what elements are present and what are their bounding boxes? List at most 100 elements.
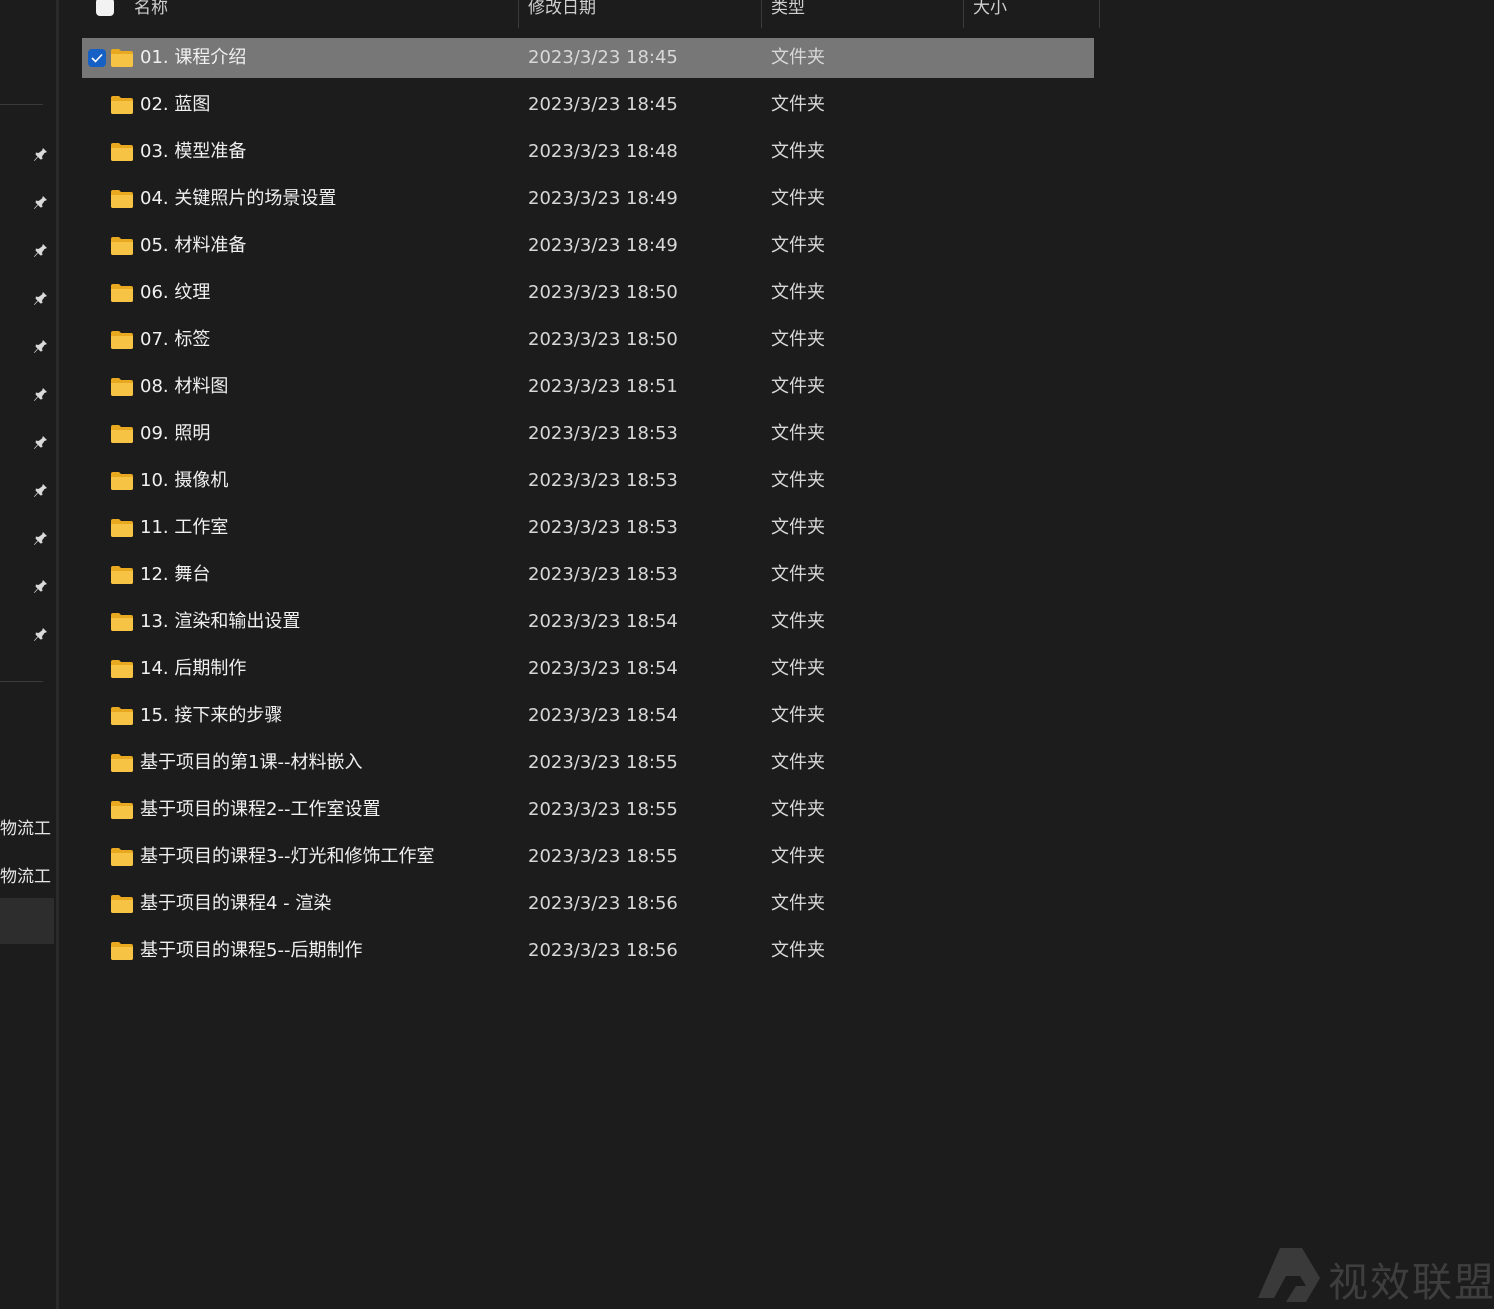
folder-icon	[111, 519, 133, 537]
pin-icon[interactable]	[32, 337, 50, 355]
file-name: 基于项目的课程5--后期制作	[140, 940, 363, 961]
file-modified-date: 2023/3/23 18:53	[528, 423, 678, 444]
file-row[interactable]: 05. 材料准备 2023/3/23 18:49 文件夹	[82, 226, 1094, 266]
select-all-checkbox[interactable]	[96, 0, 114, 16]
file-modified-date: 2023/3/23 18:56	[528, 893, 678, 914]
pin-icon[interactable]	[32, 289, 50, 307]
file-row[interactable]: 12. 舞台 2023/3/23 18:53 文件夹	[82, 555, 1094, 595]
sidebar-resize-handle[interactable]	[56, 0, 59, 1309]
file-row[interactable]: 07. 标签 2023/3/23 18:50 文件夹	[82, 320, 1094, 360]
file-name: 基于项目的课程2--工作室设置	[140, 799, 381, 820]
file-row[interactable]: 基于项目的课程3--灯光和修饰工作室 2023/3/23 18:55 文件夹	[82, 837, 1094, 877]
file-modified-date: 2023/3/23 18:53	[528, 517, 678, 538]
file-modified-date: 2023/3/23 18:50	[528, 329, 678, 350]
folder-icon	[111, 848, 133, 866]
file-name: 13. 渲染和输出设置	[140, 611, 301, 632]
file-modified-date: 2023/3/23 18:55	[528, 799, 678, 820]
file-row[interactable]: 10. 摄像机 2023/3/23 18:53 文件夹	[82, 461, 1094, 501]
file-row[interactable]: 06. 纹理 2023/3/23 18:50 文件夹	[82, 273, 1094, 313]
file-modified-date: 2023/3/23 18:49	[528, 235, 678, 256]
column-header-size[interactable]: 大小	[963, 0, 1099, 28]
folder-icon	[111, 566, 133, 584]
file-type: 文件夹	[771, 893, 825, 914]
file-modified-date: 2023/3/23 18:51	[528, 376, 678, 397]
file-row[interactable]: 基于项目的课程4 - 渲染 2023/3/23 18:56 文件夹	[82, 884, 1094, 924]
column-header-name[interactable]: 名称	[124, 0, 518, 28]
file-name: 基于项目的课程3--灯光和修饰工作室	[140, 846, 435, 867]
file-name: 01. 课程介绍	[140, 47, 247, 68]
file-type: 文件夹	[771, 329, 825, 350]
file-name: 10. 摄像机	[140, 470, 229, 491]
file-row[interactable]: 11. 工作室 2023/3/23 18:53 文件夹	[82, 508, 1094, 548]
folder-icon	[111, 331, 133, 349]
file-type: 文件夹	[771, 235, 825, 256]
pin-icon[interactable]	[32, 241, 50, 259]
pin-icon[interactable]	[32, 577, 50, 595]
file-modified-date: 2023/3/23 18:54	[528, 705, 678, 726]
pin-icon[interactable]	[32, 433, 50, 451]
file-type: 文件夹	[771, 705, 825, 726]
column-divider[interactable]	[1099, 0, 1100, 28]
file-row[interactable]: 基于项目的课程2--工作室设置 2023/3/23 18:55 文件夹	[82, 790, 1094, 830]
file-row[interactable]: 基于项目的第1课--材料嵌入 2023/3/23 18:55 文件夹	[82, 743, 1094, 783]
file-row[interactable]: 14. 后期制作 2023/3/23 18:54 文件夹	[82, 649, 1094, 689]
pin-icon[interactable]	[32, 481, 50, 499]
sidebar-item-label[interactable]: 物流工	[0, 814, 56, 839]
file-row[interactable]: 02. 蓝图 2023/3/23 18:45 文件夹	[82, 85, 1094, 125]
folder-icon	[111, 707, 133, 725]
file-row[interactable]: 08. 材料图 2023/3/23 18:51 文件夹	[82, 367, 1094, 407]
folder-icon	[111, 378, 133, 396]
folder-icon	[111, 190, 133, 208]
file-row[interactable]: 04. 关键照片的场景设置 2023/3/23 18:49 文件夹	[82, 179, 1094, 219]
file-type: 文件夹	[771, 188, 825, 209]
pin-icon[interactable]	[32, 625, 50, 643]
file-type: 文件夹	[771, 423, 825, 444]
file-type: 文件夹	[771, 846, 825, 867]
file-name: 基于项目的第1课--材料嵌入	[140, 752, 363, 773]
file-row[interactable]: 03. 模型准备 2023/3/23 18:48 文件夹	[82, 132, 1094, 172]
sidebar-item-selected[interactable]	[0, 898, 54, 944]
file-modified-date: 2023/3/23 18:56	[528, 940, 678, 961]
file-modified-date: 2023/3/23 18:45	[528, 94, 678, 115]
file-modified-date: 2023/3/23 18:54	[528, 611, 678, 632]
file-name: 08. 材料图	[140, 376, 229, 397]
sidebar-item-label[interactable]: 物流工	[0, 862, 56, 887]
row-checkbox[interactable]	[88, 49, 106, 67]
file-modified-date: 2023/3/23 18:55	[528, 752, 678, 773]
watermark-logo-icon	[1258, 1248, 1320, 1302]
file-modified-date: 2023/3/23 18:45	[528, 47, 678, 68]
file-name: 04. 关键照片的场景设置	[140, 188, 337, 209]
pin-icon[interactable]	[32, 385, 50, 403]
pin-icon[interactable]	[32, 529, 50, 547]
folder-icon	[111, 660, 133, 678]
sidebar-divider	[0, 104, 43, 105]
file-type: 文件夹	[771, 611, 825, 632]
folder-icon	[111, 754, 133, 772]
file-type: 文件夹	[771, 47, 825, 68]
file-row[interactable]: 09. 照明 2023/3/23 18:53 文件夹	[82, 414, 1094, 454]
file-name: 15. 接下来的步骤	[140, 705, 283, 726]
check-icon	[91, 53, 103, 63]
file-name: 07. 标签	[140, 329, 211, 350]
file-modified-date: 2023/3/23 18:50	[528, 282, 678, 303]
file-row[interactable]: 01. 课程介绍 2023/3/23 18:45 文件夹	[82, 38, 1094, 78]
file-modified-date: 2023/3/23 18:53	[528, 470, 678, 491]
file-row[interactable]: 15. 接下来的步骤 2023/3/23 18:54 文件夹	[82, 696, 1094, 736]
column-header-type[interactable]: 类型	[761, 0, 963, 28]
file-name: 09. 照明	[140, 423, 211, 444]
folder-icon	[111, 143, 133, 161]
file-row[interactable]: 基于项目的课程5--后期制作 2023/3/23 18:56 文件夹	[82, 931, 1094, 971]
folder-icon	[111, 895, 133, 913]
folder-icon	[111, 237, 133, 255]
folder-icon	[111, 425, 133, 443]
file-type: 文件夹	[771, 141, 825, 162]
folder-icon	[111, 49, 133, 67]
folder-icon	[111, 801, 133, 819]
file-row[interactable]: 13. 渲染和输出设置 2023/3/23 18:54 文件夹	[82, 602, 1094, 642]
file-type: 文件夹	[771, 376, 825, 397]
column-header-date[interactable]: 修改日期	[518, 0, 761, 28]
pin-icon[interactable]	[32, 193, 50, 211]
file-modified-date: 2023/3/23 18:54	[528, 658, 678, 679]
folder-icon	[111, 284, 133, 302]
pin-icon[interactable]	[32, 145, 50, 163]
